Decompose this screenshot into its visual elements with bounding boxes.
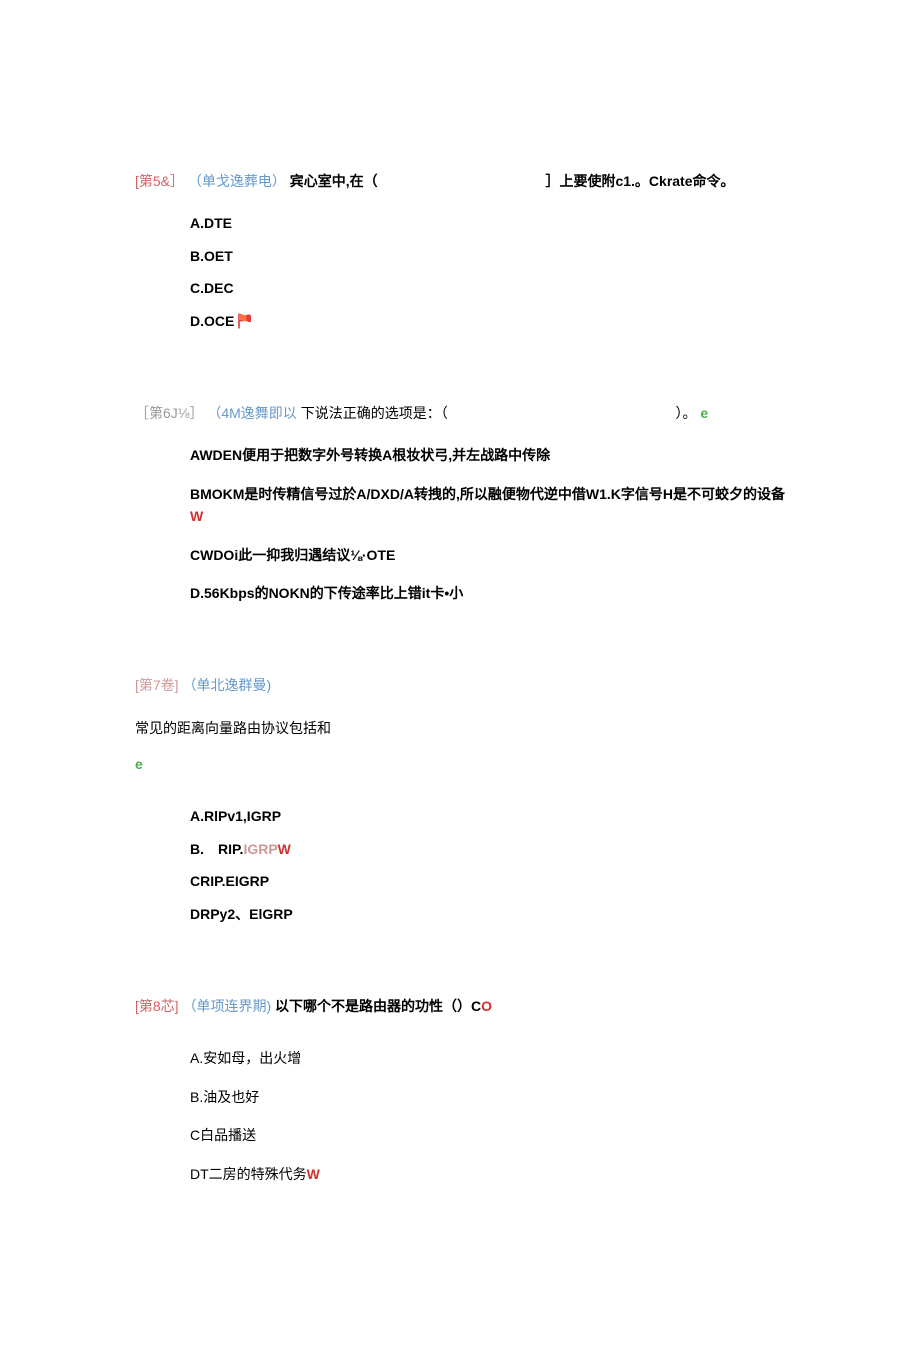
q5-option-b[interactable]: B.OET	[190, 245, 785, 267]
q8-option-b[interactable]: B.油及也好	[190, 1086, 785, 1108]
q8-option-d[interactable]: DT二房的特殊代务W	[190, 1163, 785, 1185]
q7-option-d[interactable]: DRPy2、ElGRP	[190, 903, 785, 925]
q6-option-a[interactable]: AWDEN便用于把数字外号转换A根妆状弓,并左战路中传除	[190, 444, 785, 466]
q7-option-a[interactable]: A.RlPv1,IGRP	[190, 805, 785, 827]
option-suffix: W	[190, 508, 203, 524]
q6-number-bracket: ［第6J⅛］	[135, 405, 203, 421]
option-label: B.OET	[190, 245, 233, 267]
q7-option-c[interactable]: CRIP.EIGRP	[190, 870, 785, 892]
option-label: A.DTE	[190, 212, 232, 234]
option-label-suf: W	[278, 838, 291, 860]
q6-option-b[interactable]: BMOKM是时传精信号过於A/DXD/A转拽的,所以融便物代逆中借W1.K字信号…	[190, 483, 785, 528]
q6-option-c[interactable]: CWDOi此一抑我归遇结议⅛·OTE	[190, 544, 785, 566]
q6-stem-pre: 下说法正确的选项是：（	[301, 405, 448, 421]
option-label-mid: IGRP	[243, 838, 277, 860]
option-label: C.DEC	[190, 277, 234, 299]
q5-stem-pre: 宾心室中,在（	[290, 173, 378, 189]
q6-options: AWDEN便用于把数字外号转换A根妆状弓,并左战路中传除 BMOKM是时传精信号…	[135, 444, 785, 604]
q6-option-d[interactable]: D.56Kbps的NOKN的下传途率比上错it卡•小	[190, 582, 785, 604]
q8-suffix: O	[481, 998, 492, 1014]
option-label: CRIP.EIGRP	[190, 870, 269, 892]
option-label: CWDOi此一抑我归遇结议⅛·OTE	[190, 547, 395, 563]
q8-type: （单项连界期)	[182, 998, 271, 1014]
q5-option-c[interactable]: C.DEC	[190, 277, 785, 299]
option-label: B.油及也好	[190, 1089, 259, 1105]
q7-header: [第7卷] （单北逸群曼)	[135, 674, 785, 696]
q5-options: A.DTE B.OET C.DEC D.OCE	[135, 212, 785, 332]
q5-number-bracket: [第5&］	[135, 173, 184, 189]
q5-stem-post: ］上要使附c1.。Ckrate命令。	[545, 173, 734, 189]
q5-header: [第5&］ （单戈逸葬电） 宾心室中,在（ ］上要使附c1.。Ckrate命令。	[135, 170, 785, 192]
q8-stem: 以下哪个不是路由器的功性（）C	[275, 998, 481, 1014]
question-8: [第8芯] （单项连界期) 以下哪个不是路由器的功性（）CO A.安如母，出火增…	[135, 995, 785, 1185]
flag-icon	[236, 312, 254, 330]
q6-stem-post: ）。	[675, 405, 696, 421]
option-label: DRPy2、ElGRP	[190, 903, 293, 925]
option-label: AWDEN便用于把数字外号转换A根妆状弓,并左战路中传除	[190, 447, 550, 463]
q6-header: ［第6J⅛］ （4M逸舞即以 下说法正确的选项是：（ ）。 e	[135, 402, 785, 424]
option-label: A.RlPv1,IGRP	[190, 805, 281, 827]
q8-options: A.安如母，出火增 B.油及也好 C白品播送 DT二房的特殊代务W	[135, 1047, 785, 1185]
option-label-suf: W	[307, 1166, 320, 1182]
question-6: ［第6J⅛］ （4M逸舞即以 下说法正确的选项是：（ ）。 e AWDEN便用于…	[135, 402, 785, 604]
q7-type: （单北逸群曼)	[182, 677, 271, 693]
q5-option-d[interactable]: D.OCE	[190, 310, 785, 332]
option-label-pre: DT二房的特殊代务	[190, 1166, 307, 1182]
q8-number-bracket: [第8芯]	[135, 998, 179, 1014]
q8-header: [第8芯] （单项连界期) 以下哪个不是路由器的功性（）CO	[135, 995, 785, 1017]
q7-suffix: e	[135, 753, 785, 775]
question-5: [第5&］ （单戈逸葬电） 宾心室中,在（ ］上要使附c1.。Ckrate命令。…	[135, 170, 785, 332]
q5-option-a[interactable]: A.DTE	[190, 212, 785, 234]
q6-suffix: e	[700, 405, 708, 421]
option-label: D.56Kbps的NOKN的下传途率比上错it卡•小	[190, 585, 463, 601]
q7-number-bracket: [第7卷]	[135, 677, 179, 693]
option-label: D.OCE	[190, 310, 234, 332]
option-label: A.安如母，出火增	[190, 1050, 301, 1066]
option-label-pre: B. RIP.	[190, 838, 243, 860]
q8-option-c[interactable]: C白品播送	[190, 1124, 785, 1146]
q7-option-b[interactable]: B. RIP.IGRPW	[190, 838, 785, 860]
option-label: BMOKM是时传精信号过於A/DXD/A转拽的,所以融便物代逆中借W1.K字信号…	[190, 486, 785, 502]
option-label: C白品播送	[190, 1127, 256, 1143]
question-7: [第7卷] （单北逸群曼) 常见的距离向量路由协议包括和 e A.RlPv1,I…	[135, 674, 785, 925]
q7-stem: 常见的距离向量路由协议包括和	[135, 717, 785, 739]
q6-type: （4M逸舞即以	[207, 405, 296, 421]
q7-options: A.RlPv1,IGRP B. RIP.IGRPW CRIP.EIGRP DRP…	[135, 805, 785, 925]
q5-type: （单戈逸葬电）	[188, 173, 286, 189]
q8-option-a[interactable]: A.安如母，出火增	[190, 1047, 785, 1069]
